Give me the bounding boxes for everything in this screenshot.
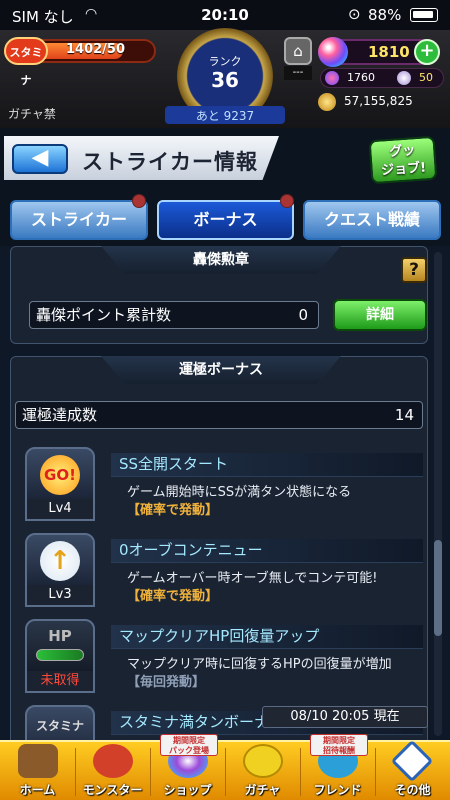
good-job-button[interactable]: グッ ジョブ! [368,135,438,185]
bonus-description: ゲームオーバー時オーブ無しでコンテ可能! [127,571,378,586]
nav-monster[interactable]: モンスター [75,742,150,800]
honor-points-field: 轟傑ポイント累計数 0 [29,301,319,329]
stamina-bonus-icon: スタミナ [25,705,95,740]
nav-other[interactable]: その他 [375,739,450,800]
paid-orb-icon [325,71,339,85]
battery-percent: 88% [368,6,402,24]
notification-dot [132,194,146,208]
stamina-icon: スタミナ [25,705,95,740]
rank-exp-remaining: あと 9237 [195,109,255,123]
tab-bonus[interactable]: ボーナス [157,200,294,240]
stamina-label: スタミナ [4,37,48,87]
luck-bonus-header: 運極ボーナス [101,356,341,384]
help-button[interactable]: ? [401,257,427,283]
add-orb-button[interactable]: + [414,39,440,65]
stamina-bar[interactable]: スタミナ 1402/50 [4,37,156,87]
bonus-level: Lv4 [25,499,95,521]
tab-striker[interactable]: ストライカー [10,200,148,240]
detail-button[interactable]: 詳細 [333,299,427,331]
honor-points-label: 轟傑ポイント累計数 [36,306,172,324]
nav-label: ホーム [19,783,56,797]
limited-invite-tag: 期間限定 招待報酬 [310,734,368,756]
gacha-mascot-icon [243,744,283,778]
rank-label: ランク [208,55,242,68]
hp-recovery-bonus-icon: HP 未取得 [25,619,95,695]
bonus-title: SS全開スタート [111,453,423,477]
luck-count-value: 14 [394,406,414,424]
paid-orb-value: 1760 [347,71,375,84]
nav-shop[interactable]: 期間限定 パック登場 ショップ [150,734,225,800]
bonus-description: マップクリア時に回復するHPの回復量が増加 [127,657,392,672]
nav-label: モンスター [82,783,143,797]
bonus-level: 未取得 [25,671,95,693]
luck-count-label: 運極達成数 [22,406,98,424]
scrollbar-thumb[interactable] [434,540,442,636]
hp-gauge-icon [36,649,84,661]
nav-label: その他 [394,783,431,797]
honor-section-header: 轟傑勲章 [101,246,341,274]
game-header: スタミナ 1402/50 ガチャ禁 ランク 36 あと 9237 ⌂ --- 1… [0,28,450,128]
bonus-content-panel[interactable]: 轟傑勲章 ? 轟傑ポイント累計数 0 詳細 運極ボーナス 運極達成数 14 GO… [0,246,450,740]
stamina-value: 1402/50 [66,42,126,57]
free-orb-value: 50 [419,71,433,84]
title-banner: ◀ ストライカー情報 [4,136,279,180]
bonus-title: マップクリアHP回復量アップ [111,625,423,649]
bonus-title: 0オーブコンテニュー [111,539,423,563]
tab-quest-record[interactable]: クエスト戦績 [303,200,441,240]
battery-fill [413,11,433,18]
ss-start-icon: GO! [25,447,95,501]
limited-pack-tag: 期間限定 パック登場 [160,734,218,756]
title-row: ◀ ストライカー情報 グッ ジョブ! [0,128,450,186]
nav-friend[interactable]: 期間限定 招待報酬 フレンド [300,734,375,800]
bonus-trigger-note: 【確率で発動】 [127,503,219,518]
free-orb-icon [397,71,411,85]
sub-currency-counter: 1760 50 [320,68,444,88]
nav-home[interactable]: ホーム [0,742,75,800]
back-button[interactable]: ◀ [12,144,68,174]
zero-orb-bonus-icon: ↑ Lv3 [25,533,95,609]
bonus-level: Lv3 [25,585,95,607]
nav-label: フレンド [313,783,362,797]
bonus-trigger-note: 【確率で発動】 [127,589,219,604]
coin-value: 57,155,825 [344,94,413,108]
bonus-trigger-note: 【毎回発動】 [127,675,206,690]
orientation-lock-icon: ⊙ [348,5,361,23]
scrollbar-track[interactable] [434,252,442,736]
rank-value: 36 [211,68,239,92]
status-bar: SIM なし ◠ 20:10 ⊙ 88% [0,0,450,30]
up-arrow-icon: ↑ [40,541,80,581]
player-name: ガチャ禁 [8,107,56,121]
nav-label: ガチャ [244,783,281,797]
bonus-description: ゲーム開始時にSSが満タン状態になる [127,485,352,500]
coin-icon [318,93,336,111]
house-icon [18,744,58,778]
rank-exp-box: あと 9237 [165,106,285,124]
luck-count-field: 運極達成数 14 [15,401,423,429]
orb-icon [318,37,348,67]
orb-value: 1810 [368,43,410,61]
bank-value: --- [284,66,312,80]
nav-label: ショップ [163,783,212,797]
bank-icon[interactable]: ⌂ [284,37,312,65]
battery-icon [410,8,438,22]
update-timestamp: 08/10 20:05 現在 [262,706,428,728]
luck-bonus-section: 運極ボーナス 運極達成数 14 GO! Lv4 SS全開スタート ゲーム開始時に… [10,356,428,740]
hp-icon: HP [25,619,95,673]
nav-gacha[interactable]: ガチャ [225,742,300,800]
go-icon: GO! [40,455,80,495]
dragon-icon [93,744,133,778]
bottom-nav: ホーム モンスター 期間限定 パック登場 ショップ ガチャ 期間限定 招待報酬 … [0,734,450,800]
stamina-icon-text: スタミナ [35,719,84,733]
honor-points-value: 0 [298,306,308,324]
honor-section: 轟傑勲章 ? 轟傑ポイント累計数 0 詳細 [10,246,428,344]
orb-counter: 1810 + [318,37,440,67]
notification-dot [280,194,294,208]
ss-start-bonus-icon: GO! Lv4 [25,447,95,523]
page-title: ストライカー情報 [82,150,258,174]
question-diamond-icon [390,739,434,783]
winged-arrow-icon: ↑ [25,533,95,587]
hp-icon-text: HP [48,627,72,645]
